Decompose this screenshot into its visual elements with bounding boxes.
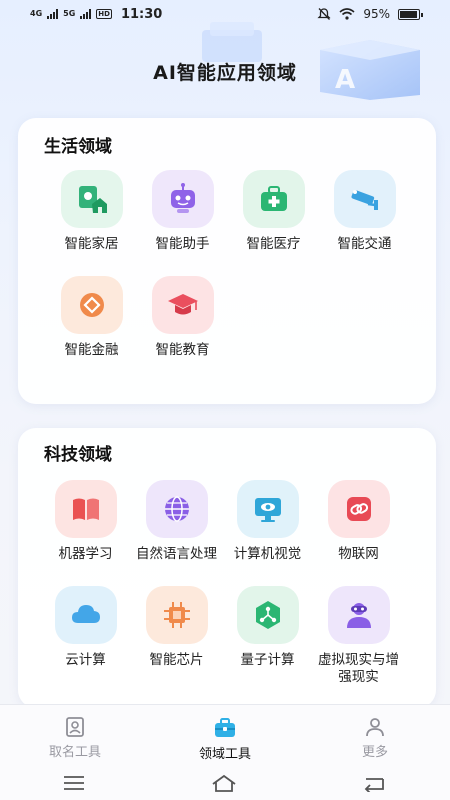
bottom-nav: 取名工具 领域工具 更多 <box>0 704 450 766</box>
tech-section-title: 科技领域 <box>44 445 112 465</box>
tile-nlp[interactable]: 自然语言处理 <box>129 480 224 563</box>
tile-label: 物联网 <box>338 546 379 562</box>
tile-label: 智能金融 <box>64 342 119 358</box>
traffic-camera-icon <box>333 170 396 228</box>
chain-link-icon <box>327 480 390 538</box>
battery-percent: 95% <box>363 7 390 21</box>
book-icon <box>54 480 117 538</box>
tile-label: 云计算 <box>65 652 106 668</box>
tile-label: 智能交通 <box>337 236 392 252</box>
status-time: 11:30 <box>120 6 163 22</box>
home-icon[interactable] <box>211 774 237 792</box>
graduation-cap-icon <box>151 276 214 334</box>
status-left: 4G 5G HD 11:30 <box>30 7 162 22</box>
signal-5g-label: 5G <box>63 9 76 18</box>
vr-headset-icon <box>327 586 390 644</box>
tile-vr-ar[interactable]: 虚拟现实与增强现实 <box>311 586 406 686</box>
status-right: 95% <box>317 7 423 21</box>
tile-label: 计算机视觉 <box>233 546 302 562</box>
nav-tab-domain-tools[interactable]: 领域工具 <box>150 705 300 766</box>
signal-bars-icon <box>47 9 59 19</box>
system-nav-bar <box>0 766 450 800</box>
tile-quantum-computing[interactable]: 量子计算 <box>220 586 315 669</box>
battery-icon <box>398 8 423 20</box>
tile-computer-vision[interactable]: 计算机视觉 <box>220 480 315 563</box>
tile-smart-assistant[interactable]: 智能助手 <box>135 170 230 253</box>
tile-label: 智能芯片 <box>149 652 204 668</box>
quantum-network-icon <box>236 586 299 644</box>
naming-book-icon <box>66 717 84 737</box>
tile-label: 量子计算 <box>240 652 295 668</box>
nav-label: 取名工具 <box>48 745 101 760</box>
cloud-icon <box>54 586 117 644</box>
signal-4g-label: 4G <box>30 9 43 18</box>
tile-smart-chip[interactable]: 智能芯片 <box>129 586 224 669</box>
tile-smart-medical[interactable]: 智能医疗 <box>226 170 321 253</box>
mute-icon <box>317 8 331 20</box>
tile-label: 智能家居 <box>64 236 119 252</box>
menu-icon[interactable] <box>63 775 85 791</box>
tile-smart-traffic[interactable]: 智能交通 <box>317 170 412 253</box>
life-section-title: 生活领域 <box>44 137 112 157</box>
tile-label: 虚拟现实与增强现实 <box>318 652 399 685</box>
tile-smart-home[interactable]: 智能家居 <box>44 170 139 253</box>
tile-label: 智能医疗 <box>246 236 301 252</box>
tile-label: 智能助手 <box>155 236 210 252</box>
life-domain-card: 生活领域 智能家居 智能助手 智能医疗 智能交通 智能金融 智能教育 <box>18 118 436 404</box>
user-more-icon <box>366 718 384 737</box>
hd-badge: HD <box>96 9 112 19</box>
signal-bars-icon <box>80 9 92 19</box>
nav-tab-naming-tools[interactable]: 取名工具 <box>0 705 150 766</box>
tile-label: 机器学习 <box>58 546 113 562</box>
tile-label: 自然语言处理 <box>136 546 217 562</box>
tile-label: 智能教育 <box>155 342 210 358</box>
toolbox-icon <box>215 718 235 737</box>
nav-tab-more[interactable]: 更多 <box>300 705 450 766</box>
globe-icon <box>145 480 208 538</box>
tile-smart-finance[interactable]: 智能金融 <box>44 276 139 359</box>
robot-assistant-icon <box>151 170 214 228</box>
back-icon[interactable] <box>363 774 387 792</box>
tile-machine-learning[interactable]: 机器学习 <box>38 480 133 563</box>
chip-icon <box>145 586 208 644</box>
tech-domain-card: 科技领域 机器学习 自然语言处理 计算机视觉 物联网 云计算 智能芯片 量子计算… <box>18 428 436 708</box>
tile-iot[interactable]: 物联网 <box>311 480 406 563</box>
tile-cloud-computing[interactable]: 云计算 <box>38 586 133 669</box>
wifi-icon <box>339 8 355 20</box>
nav-label: 更多 <box>361 745 388 760</box>
finance-icon <box>60 276 123 334</box>
medical-kit-icon <box>242 170 305 228</box>
monitor-eye-icon <box>236 480 299 538</box>
smart-home-icon <box>60 170 123 228</box>
tile-smart-education[interactable]: 智能教育 <box>135 276 230 359</box>
page-title: AI智能应用领域 <box>153 62 297 84</box>
nav-label: 领域工具 <box>198 747 251 762</box>
